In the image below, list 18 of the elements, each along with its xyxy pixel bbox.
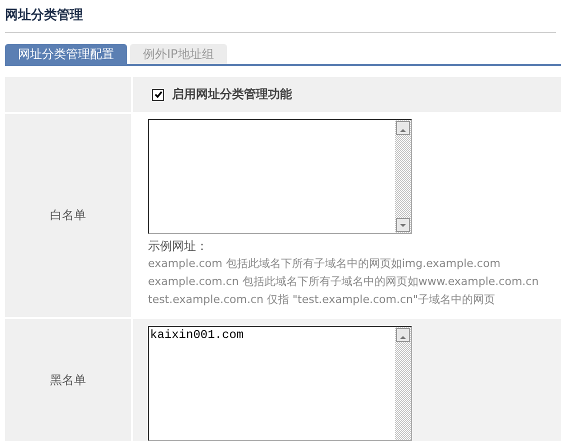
hint-title: 示例网址：: [148, 238, 209, 255]
blacklist-label: 黑名单: [50, 372, 86, 388]
field-text: kaixin001.com: [150, 328, 244, 342]
hint-text: example.com 包括此域名下所有子域名中的网页如img.example.com: [148, 256, 502, 272]
page-title: 网址分类管理: [5, 6, 556, 33]
scrollbar[interactable]: [395, 120, 411, 233]
scroll-down-icon[interactable]: [396, 218, 410, 232]
tab[interactable]: 网址分类管理配置: [5, 44, 127, 64]
whitelist-label: 白名单: [50, 207, 86, 224]
checkbox[interactable]: [152, 88, 164, 100]
hint-text: test.example.com.cn 仅指 "test.example.com.cn"子域名中的网页: [148, 292, 496, 308]
scroll-up-icon[interactable]: [396, 121, 410, 135]
blacklist-field[interactable]: kaixin001.com: [148, 326, 412, 441]
scrollbar[interactable]: [395, 327, 411, 440]
hint-text: example.com.cn 包括此域名下所有子域名中的网页如www.example.com.cn: [148, 274, 540, 290]
scroll-up-icon[interactable]: [396, 328, 410, 342]
whitelist-field[interactable]: [148, 119, 412, 234]
checkbox-label[interactable]: 启用网址分类管理功能: [172, 86, 292, 103]
